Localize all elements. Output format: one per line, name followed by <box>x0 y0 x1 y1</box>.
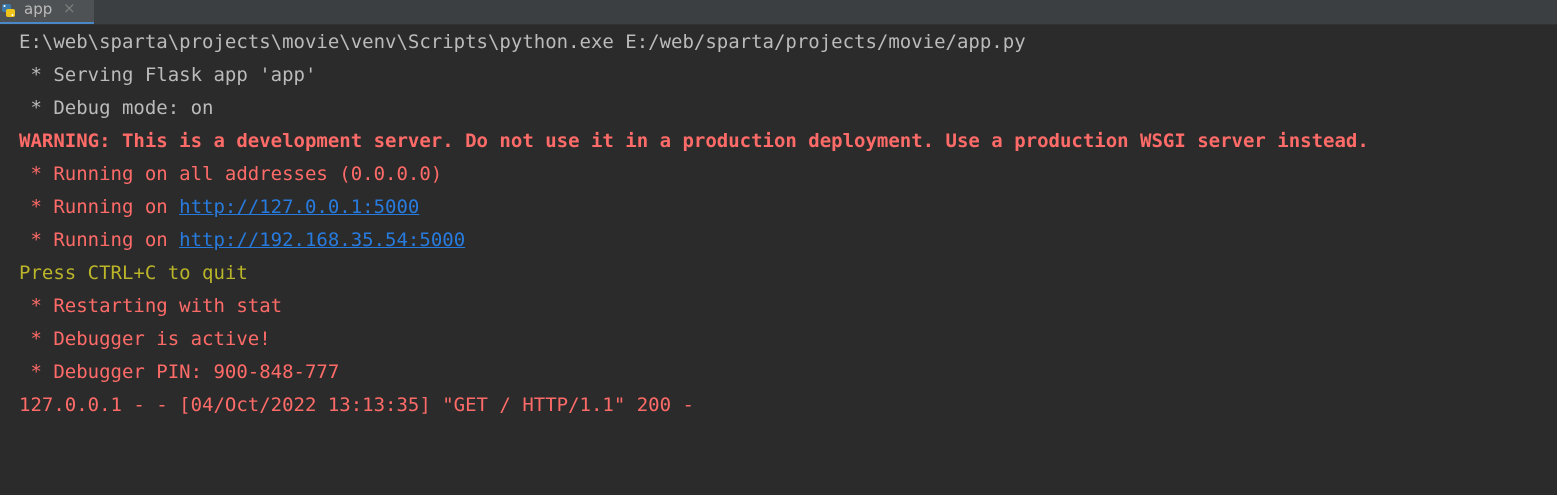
console-line-running-all: * Running on all addresses (0.0.0.0) <box>19 163 443 185</box>
local-url-link[interactable]: http://127.0.0.1:5000 <box>179 196 419 218</box>
python-icon <box>0 3 18 19</box>
close-icon[interactable]: × <box>63 0 76 17</box>
console-output[interactable]: E:\web\sparta\projects\movie\venv\Script… <box>0 25 1557 495</box>
console-line-debug-mode: * Debug mode: on <box>19 97 214 119</box>
tab-app[interactable]: app × <box>0 0 94 24</box>
console-line-prefix: * Running on <box>19 196 180 218</box>
console-line-debugger-pin: * Debugger PIN: 900-848-777 <box>19 361 340 383</box>
console-line-debugger-active: * Debugger is active! <box>19 328 271 350</box>
console-line-quit-hint: Press CTRL+C to quit <box>19 262 248 284</box>
console-line-prefix: * Running on <box>19 229 180 251</box>
console-line-warning: WARNING: This is a development server. D… <box>19 130 1369 152</box>
console-line-restarting: * Restarting with stat <box>19 295 283 317</box>
console-line-serving: * Serving Flask app 'app' <box>19 64 317 86</box>
console-line-command: E:\web\sparta\projects\movie\venv\Script… <box>19 31 1026 53</box>
tab-label: app <box>24 0 53 18</box>
run-tab-bar: app × <box>0 0 1557 25</box>
console-line-running-local: * Running on http://127.0.0.1:5000 <box>19 196 419 218</box>
network-url-link[interactable]: http://192.168.35.54:5000 <box>179 229 465 251</box>
console-line-request-log: 127.0.0.1 - - [04/Oct/2022 13:13:35] "GE… <box>19 394 694 416</box>
console-line-running-network: * Running on http://192.168.35.54:5000 <box>19 229 465 251</box>
